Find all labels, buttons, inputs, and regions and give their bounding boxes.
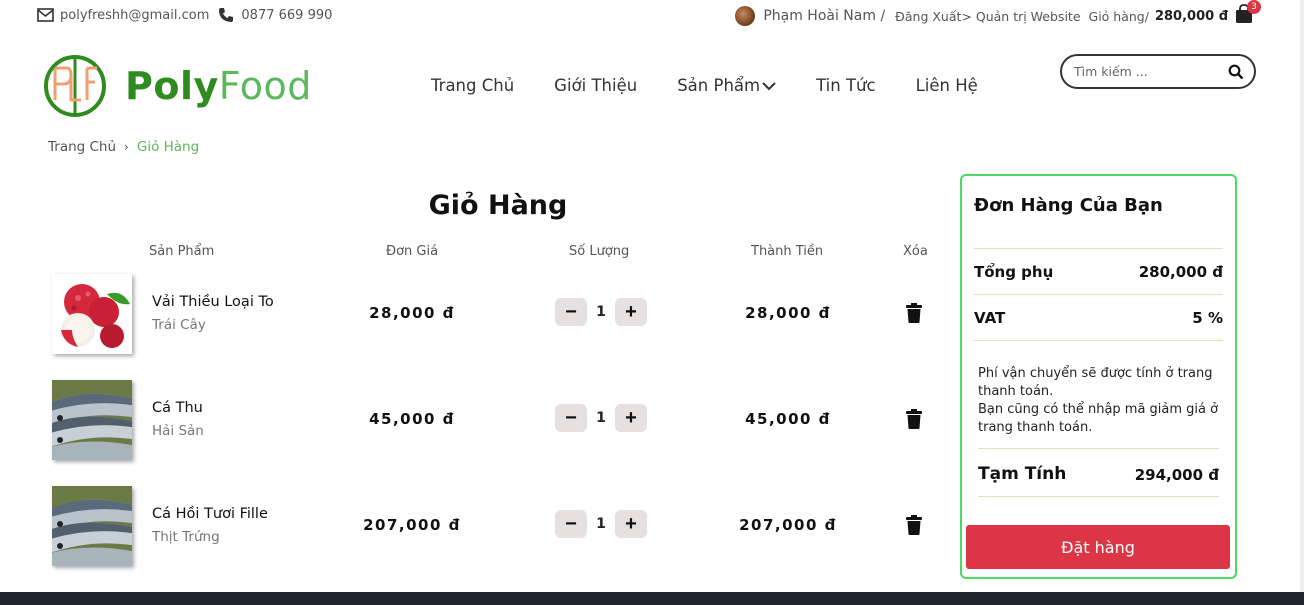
vat-value: 5 % — [1192, 309, 1223, 327]
header-unit-price: Đơn Giá — [386, 244, 439, 259]
phone-text[interactable]: 0877 669 990 — [241, 8, 332, 23]
nav-news[interactable]: Tin Tức — [816, 76, 875, 95]
decrease-qty-button[interactable]: − — [555, 510, 587, 538]
divider — [978, 496, 1219, 497]
phone-icon — [217, 6, 235, 24]
unit-price: 28,000 đ — [369, 304, 455, 322]
scrollbar-track[interactable] — [1300, 0, 1304, 592]
logout-link[interactable]: Đăng Xuất> — [895, 9, 972, 24]
header-remove: Xóa — [903, 244, 928, 259]
increase-qty-button[interactable]: + — [615, 510, 647, 538]
quantity-value: 1 — [596, 516, 606, 532]
chevron-right-icon: › — [124, 140, 129, 154]
trash-icon[interactable] — [905, 515, 923, 535]
email-text[interactable]: polyfreshh@gmail.com — [60, 8, 209, 23]
divider — [974, 248, 1223, 249]
avatar[interactable] — [735, 6, 756, 26]
top-bar: polyfreshh@gmail.com 0877 669 990 Phạm H… — [0, 0, 1304, 34]
trash-icon[interactable] — [905, 303, 923, 323]
product-category: Thịt Trứng — [152, 529, 220, 545]
line-total: 28,000 đ — [745, 304, 831, 322]
cart-row: Cá Hồi Tươi Fille Thịt Trứng 207,000 đ −… — [50, 486, 950, 570]
vat-line: VAT 5 % — [974, 309, 1223, 327]
header-quantity: Số Lượng — [569, 244, 630, 259]
shipping-note: Phí vận chuyển sẽ được tính ở trang than… — [978, 365, 1226, 437]
divider — [974, 340, 1223, 341]
subtotal-value: 280,000 đ — [1138, 263, 1223, 281]
cart-count-badge: 3 — [1247, 0, 1261, 14]
logo-text: PolyFood — [125, 64, 312, 108]
increase-qty-button[interactable]: + — [615, 404, 647, 432]
admin-link[interactable]: Quản trị Website — [976, 9, 1081, 24]
order-summary: Đơn Hàng Của Bạn Tổng phụ 280,000 đ VAT … — [960, 174, 1237, 579]
product-name[interactable]: Cá Hồi Tươi Fille — [152, 506, 268, 522]
account-area: Phạm Hoài Nam / Đăng Xuất> Quản trị Webs… — [735, 6, 1228, 26]
divider — [974, 294, 1223, 295]
product-image-fish[interactable] — [52, 380, 132, 460]
chevron-down-icon — [762, 81, 776, 90]
envelope-icon — [36, 6, 54, 24]
site-logo[interactable]: PolyFood — [43, 54, 312, 118]
cart-link-label[interactable]: Giỏ hàng/ — [1089, 9, 1149, 24]
decrease-qty-button[interactable]: − — [555, 404, 587, 432]
quantity-stepper: − 1 + — [555, 404, 647, 432]
footer — [0, 592, 1304, 605]
summary-title: Đơn Hàng Của Bạn — [974, 195, 1163, 216]
product-category: Trái Cây — [152, 317, 206, 333]
product-category: Hải Sản — [152, 423, 204, 439]
cart-total[interactable]: 280,000 đ — [1155, 9, 1228, 24]
unit-price: 45,000 đ — [369, 410, 455, 428]
estimated-total-value: 294,000 đ — [1134, 466, 1219, 484]
search-input[interactable] — [1074, 64, 1214, 79]
nav-about[interactable]: Giới Thiệu — [554, 76, 637, 95]
product-image-fish[interactable] — [52, 486, 132, 566]
header-product: Sản Phẩm — [149, 244, 215, 259]
product-image-lychee[interactable] — [52, 274, 132, 354]
search-box — [1060, 54, 1256, 89]
nav-products-label: Sản Phẩm — [677, 76, 761, 95]
note-discount: Bạn cũng có thể nhập mã giảm giá ở trang… — [978, 402, 1219, 435]
cart-row: Vải Thiều Loại To Trái Cây 28,000 đ − 1 … — [50, 274, 950, 358]
nav-contact[interactable]: Liên Hệ — [916, 76, 978, 95]
cart-row: Cá Thu Hải Sản 45,000 đ − 1 + 45,000 đ — [50, 380, 950, 464]
quantity-value: 1 — [596, 304, 606, 320]
breadcrumb-home[interactable]: Trang Chủ — [48, 139, 116, 155]
line-total: 207,000 đ — [739, 516, 837, 534]
nav-home[interactable]: Trang Chủ — [431, 76, 514, 95]
product-name[interactable]: Cá Thu — [152, 400, 203, 416]
line-total: 45,000 đ — [745, 410, 831, 428]
breadcrumb: Trang Chủ › Giỏ Hàng — [48, 139, 199, 155]
product-name[interactable]: Vải Thiều Loại To — [152, 294, 274, 310]
subtotal-line: Tổng phụ 280,000 đ — [974, 263, 1223, 281]
decrease-qty-button[interactable]: − — [555, 298, 587, 326]
polyfood-logo-icon — [44, 55, 106, 117]
main-nav: Trang Chủ Giới Thiệu Sản Phẩm Tin Tức Li… — [431, 76, 1018, 95]
contact-info: polyfreshh@gmail.com 0877 669 990 — [36, 6, 332, 24]
increase-qty-button[interactable]: + — [615, 298, 647, 326]
subtotal-label: Tổng phụ — [974, 263, 1054, 281]
note-shipping: Phí vận chuyển sẽ được tính ở trang than… — [978, 366, 1213, 399]
quantity-value: 1 — [596, 410, 606, 426]
unit-price: 207,000 đ — [363, 516, 461, 534]
header-subtotal: Thành Tiền — [751, 244, 824, 259]
quantity-stepper: − 1 + — [555, 510, 647, 538]
cart-title: Giỏ Hàng — [428, 190, 568, 221]
quantity-stepper: − 1 + — [555, 298, 647, 326]
divider — [978, 448, 1219, 449]
trash-icon[interactable] — [905, 409, 923, 429]
user-name[interactable]: Phạm Hoài Nam / — [763, 8, 885, 24]
vat-label: VAT — [974, 309, 1006, 327]
breadcrumb-current: Giỏ Hàng — [136, 139, 200, 155]
nav-products[interactable]: Sản Phẩm — [677, 76, 776, 95]
estimated-total-label: Tạm Tính — [978, 464, 1067, 484]
search-icon[interactable] — [1228, 64, 1244, 80]
place-order-button[interactable]: Đặt hàng — [966, 525, 1230, 569]
estimated-total: Tạm Tính 294,000 đ — [978, 464, 1219, 484]
